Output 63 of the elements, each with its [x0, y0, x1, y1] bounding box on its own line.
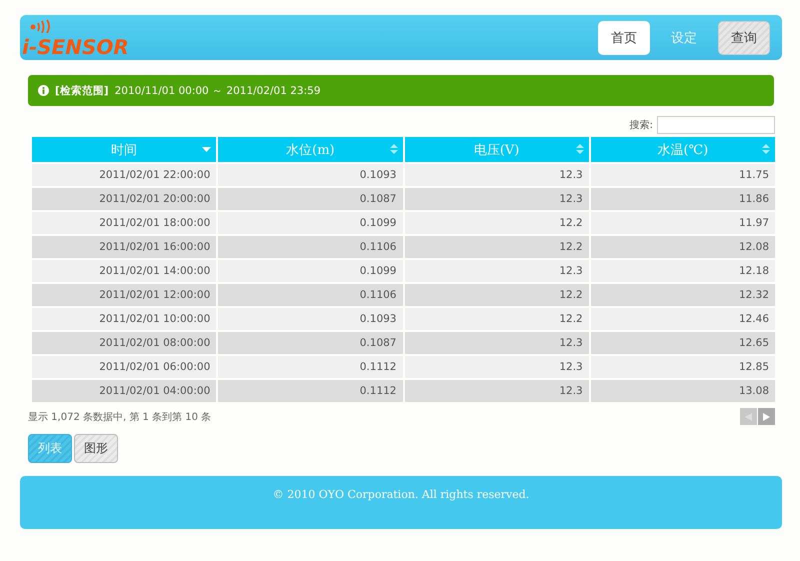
- table-cell: 11.75: [590, 163, 776, 187]
- range-label: [检索范围]: [55, 84, 109, 98]
- view-toggle-button[interactable]: 图形: [74, 434, 118, 463]
- info-icon: [38, 85, 49, 96]
- table-cell: 2011/02/01 16:00:00: [31, 235, 218, 259]
- right-triangle-icon: [763, 412, 770, 420]
- table-cell: 13.08: [590, 379, 776, 403]
- sort-descending-icon[interactable]: [202, 144, 212, 153]
- table-cell: 0.1112: [217, 379, 404, 403]
- table-cell: 2011/02/01 06:00:00: [31, 355, 218, 379]
- table-cell: 2011/02/01 22:00:00: [31, 163, 218, 187]
- table-cell: 2011/02/01 18:00:00: [31, 211, 218, 235]
- table-cell: 2011/02/01 08:00:00: [31, 331, 218, 355]
- table-cell: 2011/02/01 20:00:00: [31, 187, 218, 211]
- table-cell: 11.86: [590, 187, 776, 211]
- table-cell: 0.1099: [217, 259, 404, 283]
- logo: i-SENSOR: [22, 18, 129, 58]
- range-value: 2010/11/01 00:00 ～ 2011/02/01 23:59: [114, 84, 321, 98]
- table-cell: 12.3: [404, 163, 590, 187]
- table-cell: 12.3: [404, 355, 590, 379]
- column-header[interactable]: 时间: [31, 137, 218, 163]
- table-cell: 12.3: [404, 379, 590, 403]
- table-cell: 12.2: [404, 283, 590, 307]
- table-cell: 0.1106: [217, 283, 404, 307]
- sort-icon[interactable]: [390, 144, 398, 154]
- table-cell: 12.65: [590, 331, 776, 355]
- table-cell: 2011/02/01 10:00:00: [31, 307, 218, 331]
- column-header[interactable]: 水温(℃): [590, 137, 776, 163]
- table-cell: 12.2: [404, 307, 590, 331]
- sort-icon[interactable]: [576, 144, 584, 154]
- table-cell: 12.08: [590, 235, 776, 259]
- next-page-button[interactable]: [758, 408, 775, 425]
- table-cell: 0.1087: [217, 331, 404, 355]
- table-cell: 12.3: [404, 187, 590, 211]
- table-cell: 0.1087: [217, 187, 404, 211]
- nav-button[interactable]: 查询: [718, 20, 770, 54]
- nav-link[interactable]: 首页: [598, 20, 650, 54]
- table-cell: 12.2: [404, 211, 590, 235]
- search-label: 搜索:: [630, 118, 653, 132]
- table-cell: 12.32: [590, 283, 776, 307]
- sort-icon[interactable]: [762, 144, 770, 154]
- table-cell: 2011/02/01 12:00:00: [31, 283, 218, 307]
- view-toggle-button[interactable]: 列表: [28, 434, 72, 463]
- table-cell: 12.18: [590, 259, 776, 283]
- record-info: 显示 1,072 条数据中, 第 1 条到第 10 条: [28, 410, 212, 424]
- table-cell: 0.1106: [217, 235, 404, 259]
- table-cell: 2011/02/01 14:00:00: [31, 259, 218, 283]
- column-header[interactable]: 电压(V): [404, 137, 590, 163]
- table-cell: 12.46: [590, 307, 776, 331]
- table-cell: 12.85: [590, 355, 776, 379]
- table-cell: 0.1093: [217, 307, 404, 331]
- copyright-text: © 2010 OYO Corporation. All rights reserved.: [272, 488, 530, 503]
- table-cell: 0.1099: [217, 211, 404, 235]
- table-cell: 2011/02/01 04:00:00: [31, 379, 218, 403]
- table-cell: 0.1112: [217, 355, 404, 379]
- table-cell: 12.2: [404, 235, 590, 259]
- search-field[interactable]: [657, 116, 775, 134]
- table-cell: 12.3: [404, 259, 590, 283]
- column-header[interactable]: 水位(m): [217, 137, 404, 163]
- table-cell: 11.97: [590, 211, 776, 235]
- table-cell: 0.1093: [217, 163, 404, 187]
- nav-link[interactable]: 设定: [658, 20, 710, 54]
- table-cell: 12.3: [404, 331, 590, 355]
